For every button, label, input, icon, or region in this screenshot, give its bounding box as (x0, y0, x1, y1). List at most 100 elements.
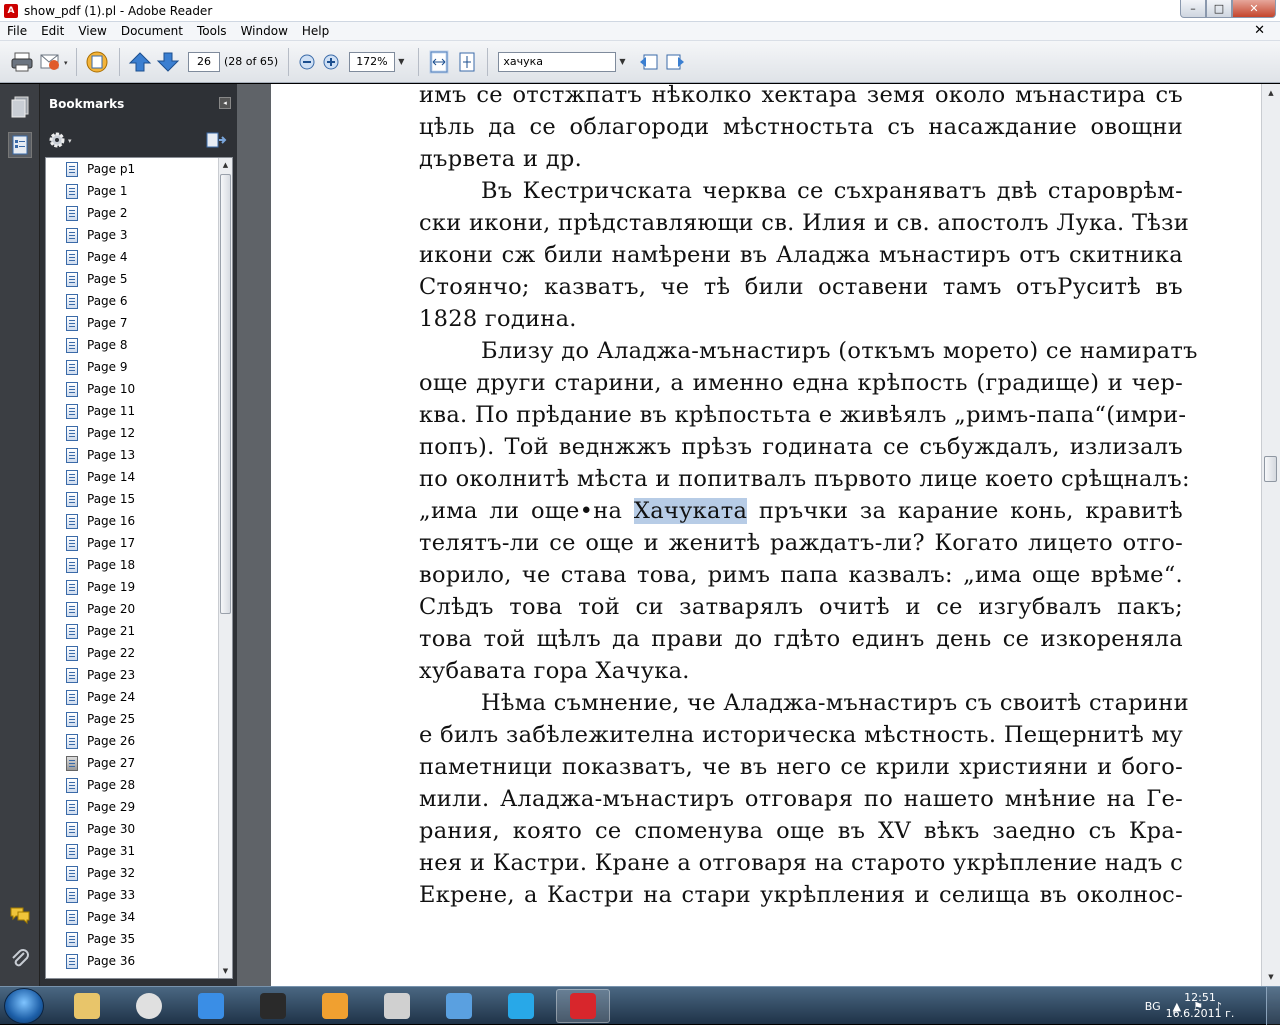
bookmark-item[interactable]: Page 35 (46, 928, 232, 950)
bookmark-item[interactable]: Page 20 (46, 598, 232, 620)
pages-panel-button[interactable] (8, 94, 32, 120)
bookmark-item[interactable]: Page 3 (46, 224, 232, 246)
fit-width-button[interactable] (427, 48, 451, 76)
bookmark-item[interactable]: Page 5 (46, 268, 232, 290)
bookmark-item[interactable]: Page 23 (46, 664, 232, 686)
bookmark-item[interactable]: Page 26 (46, 730, 232, 752)
bookmark-item[interactable]: Page 9 (46, 356, 232, 378)
bookmark-item[interactable]: Page 1 (46, 180, 232, 202)
bookmark-item[interactable]: Page 19 (46, 576, 232, 598)
bookmark-item[interactable]: Page 18 (46, 554, 232, 576)
menu-edit[interactable]: Edit (34, 24, 71, 38)
find-next-button[interactable] (664, 48, 686, 76)
options-gear-icon[interactable]: ▾ (48, 131, 78, 149)
taskbar-app-button[interactable] (494, 989, 548, 1023)
menu-view[interactable]: View (71, 24, 113, 38)
bookmark-label: Page 8 (87, 338, 128, 352)
scroll-up-icon[interactable]: ▲ (219, 158, 232, 172)
page-bookmark-icon (66, 447, 78, 463)
taskbar-app-button[interactable] (556, 989, 610, 1023)
page-bookmark-icon (66, 381, 78, 397)
menu-tools[interactable]: Tools (190, 24, 234, 38)
minimize-button[interactable]: – (1180, 0, 1206, 18)
bookmark-item[interactable]: Page p1 (46, 158, 232, 180)
maximize-button[interactable]: □ (1206, 0, 1232, 18)
zoom-dropdown-icon[interactable]: ▼ (398, 57, 404, 66)
taskbar-app-button[interactable] (122, 989, 176, 1023)
taskbar-app-button[interactable] (60, 989, 114, 1023)
bookmark-item[interactable]: Page 22 (46, 642, 232, 664)
clock[interactable]: 12:51 16.6.2011 г. (1160, 990, 1240, 1022)
bookmark-item[interactable]: Page 7 (46, 312, 232, 334)
bookmark-item[interactable]: Page 28 (46, 774, 232, 796)
bookmarks-panel-button[interactable] (8, 132, 32, 158)
scrollbar-thumb[interactable] (1264, 456, 1277, 482)
find-previous-button[interactable] (638, 48, 660, 76)
bookmark-item[interactable]: Page 27 (46, 752, 232, 774)
bookmark-item[interactable]: Page 14 (46, 466, 232, 488)
menu-document[interactable]: Document (114, 24, 190, 38)
bookmark-item[interactable]: Page 36 (46, 950, 232, 972)
bookmark-item[interactable]: Page 17 (46, 532, 232, 554)
bookmark-item[interactable]: Page 13 (46, 444, 232, 466)
bookmark-item[interactable]: Page 24 (46, 686, 232, 708)
bookmark-item[interactable]: Page 29 (46, 796, 232, 818)
previous-page-button[interactable] (128, 48, 152, 76)
bookmark-item[interactable]: Page 21 (46, 620, 232, 642)
bookmark-item[interactable]: Page 15 (46, 488, 232, 510)
zoom-in-button[interactable] (321, 48, 341, 76)
expand-bookmark-icon[interactable] (205, 131, 227, 149)
taskbar-app-button[interactable] (184, 989, 238, 1023)
bookmark-item[interactable]: Page 34 (46, 906, 232, 928)
bookmark-scrollbar[interactable]: ▲ ▼ (218, 158, 232, 978)
taskbar-app-button[interactable] (308, 989, 362, 1023)
close-button[interactable]: ✕ (1232, 0, 1276, 18)
menu-help[interactable]: Help (295, 24, 336, 38)
close-document-button[interactable]: ✕ (1247, 23, 1272, 38)
bookmark-label: Page 34 (87, 910, 136, 924)
collapse-panel-button[interactable]: ◂ (219, 97, 231, 109)
bookmark-item[interactable]: Page 6 (46, 290, 232, 312)
search-input[interactable]: хачука (498, 51, 617, 72)
email-button[interactable]: ▾ (38, 48, 68, 76)
bookmark-item[interactable]: Page 32 (46, 862, 232, 884)
document-scrollbar[interactable]: ▲ ▼ (1261, 84, 1280, 986)
taskbar-app-button[interactable] (246, 989, 300, 1023)
page-number-input[interactable]: 26 (188, 51, 220, 72)
bookmark-item[interactable]: Page 4 (46, 246, 232, 268)
bookmark-item[interactable]: Page 2 (46, 202, 232, 224)
fit-page-button[interactable] (455, 48, 479, 76)
taskbar-app-button[interactable] (370, 989, 424, 1023)
bookmark-item[interactable]: Page 25 (46, 708, 232, 730)
start-button[interactable] (4, 988, 44, 1024)
language-indicator[interactable]: BG (1145, 1000, 1161, 1013)
taskbar-app-button[interactable] (432, 989, 486, 1023)
scroll-down-icon[interactable]: ▼ (1264, 970, 1278, 984)
bookmark-item[interactable]: Page 33 (46, 884, 232, 906)
bookmark-item[interactable]: Page 31 (46, 840, 232, 862)
print-button[interactable] (10, 48, 34, 76)
scrollbar-thumb[interactable] (220, 174, 231, 614)
bookmark-item[interactable]: Page 8 (46, 334, 232, 356)
zoom-out-button[interactable] (297, 48, 317, 76)
menu-file[interactable]: File (0, 24, 34, 38)
bookmark-item[interactable]: Page 16 (46, 510, 232, 532)
next-page-button[interactable] (156, 48, 180, 76)
bookmark-item[interactable]: Page 12 (46, 422, 232, 444)
panel-splitter[interactable] (237, 84, 271, 986)
comments-button[interactable] (8, 902, 32, 928)
menu-window[interactable]: Window (234, 24, 295, 38)
bookmark-item[interactable]: Page 30 (46, 818, 232, 840)
search-dropdown-icon[interactable]: ▼ (619, 57, 625, 66)
scroll-down-icon[interactable]: ▼ (219, 964, 232, 978)
attachments-button[interactable] (8, 946, 32, 972)
show-desktop-button[interactable] (1266, 987, 1280, 1025)
bookmark-label: Page 28 (87, 778, 136, 792)
bookmark-item[interactable]: Page 11 (46, 400, 232, 422)
collaborate-button[interactable] (85, 48, 111, 76)
bookmark-label: Page 6 (87, 294, 128, 308)
bookmark-item[interactable]: Page 10 (46, 378, 232, 400)
scroll-up-icon[interactable]: ▲ (1264, 86, 1278, 100)
zoom-level-input[interactable]: 172% (349, 51, 396, 72)
internet-explorer-icon (198, 993, 224, 1019)
